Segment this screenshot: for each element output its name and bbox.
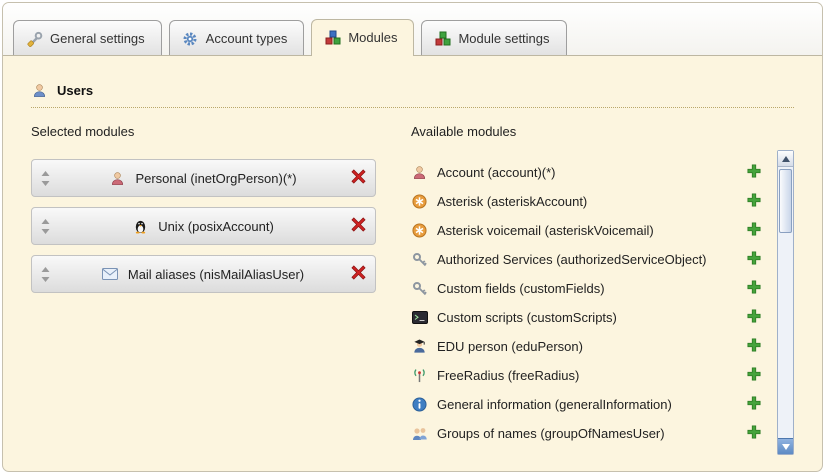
tab-general-settings[interactable]: General settings xyxy=(13,20,162,55)
add-icon xyxy=(747,280,761,297)
available-module-row: FreeRadius (freeRadius) xyxy=(411,361,767,390)
drag-handle-icon[interactable] xyxy=(41,219,55,234)
add-module-button[interactable] xyxy=(747,309,761,326)
available-modules-list: Account (account)(*) Asterisk (asteriskA… xyxy=(411,158,767,448)
add-icon xyxy=(747,367,761,384)
delete-icon xyxy=(351,217,366,235)
delete-icon xyxy=(351,169,366,187)
tab-account-types[interactable]: Account types xyxy=(169,20,305,55)
module-label: Custom fields (customFields) xyxy=(437,281,605,296)
available-module-row: General information (generalInformation) xyxy=(411,390,767,419)
tab-label: Account types xyxy=(206,31,288,46)
add-module-button[interactable] xyxy=(747,338,761,355)
available-module-row: Custom scripts (customScripts) xyxy=(411,303,767,332)
remove-module-button[interactable] xyxy=(351,169,366,187)
add-module-button[interactable] xyxy=(747,164,761,181)
person-icon xyxy=(109,170,126,187)
module-settings-icon xyxy=(434,30,451,47)
available-module-row: Groups of names (groupOfNamesUser) xyxy=(411,419,767,448)
available-module-row: Custom fields (customFields) xyxy=(411,274,767,303)
tab-module-settings[interactable]: Module settings xyxy=(421,20,566,55)
add-icon xyxy=(747,193,761,210)
asterisk-icon xyxy=(411,193,428,210)
tab-modules[interactable]: Modules xyxy=(311,19,414,56)
available-module-row: EDU person (eduPerson) xyxy=(411,332,767,361)
module-label: Mail aliases (nisMailAliasUser) xyxy=(128,267,304,282)
add-module-button[interactable] xyxy=(747,251,761,268)
modules-panel: Users Selected modules Persona xyxy=(3,56,822,448)
add-module-button[interactable] xyxy=(747,396,761,413)
tools-icon xyxy=(26,30,43,47)
add-icon xyxy=(747,164,761,181)
module-label: Custom scripts (customScripts) xyxy=(437,310,617,325)
available-module-row: Account (account)(*) xyxy=(411,158,767,187)
selected-module-row[interactable]: Mail aliases (nisMailAliasUser) xyxy=(31,255,376,293)
asterisk-icon xyxy=(411,222,428,239)
section-title: Users xyxy=(57,83,93,98)
available-module-row: Asterisk (asteriskAccount) xyxy=(411,187,767,216)
selected-module-row[interactable]: Unix (posixAccount) xyxy=(31,207,376,245)
chevron-down-icon xyxy=(782,444,790,450)
info-icon xyxy=(411,396,428,413)
chevron-up-icon xyxy=(782,156,790,162)
module-label: Authorized Services (authorizedServiceOb… xyxy=(437,252,707,267)
add-module-button[interactable] xyxy=(747,193,761,210)
antenna-icon xyxy=(411,367,428,384)
add-icon xyxy=(747,338,761,355)
module-label: FreeRadius (freeRadius) xyxy=(437,368,579,383)
tab-strip: General settings Account types Modules M… xyxy=(3,3,822,56)
add-icon xyxy=(747,396,761,413)
delete-icon xyxy=(351,265,366,283)
user-icon xyxy=(31,82,48,99)
key-icon xyxy=(411,280,428,297)
add-module-button[interactable] xyxy=(747,425,761,442)
graduate-icon xyxy=(411,338,428,355)
add-module-button[interactable] xyxy=(747,280,761,297)
module-label: EDU person (eduPerson) xyxy=(437,339,583,354)
add-icon xyxy=(747,309,761,326)
module-label: Personal (inetOrgPerson)(*) xyxy=(135,171,296,186)
tux-icon xyxy=(132,218,149,235)
module-label: General information (generalInformation) xyxy=(437,397,672,412)
scroll-up-button[interactable] xyxy=(778,151,793,167)
add-module-button[interactable] xyxy=(747,222,761,239)
tab-label: Module settings xyxy=(458,31,549,46)
tabs-widget: General settings Account types Modules M… xyxy=(2,2,823,472)
tab-label: General settings xyxy=(50,31,145,46)
modules-icon xyxy=(324,29,341,46)
available-module-row: Asterisk voicemail (asteriskVoicemail) xyxy=(411,216,767,245)
module-label: Groups of names (groupOfNamesUser) xyxy=(437,426,665,441)
add-module-button[interactable] xyxy=(747,367,761,384)
add-icon xyxy=(747,251,761,268)
key-icon xyxy=(411,251,428,268)
selected-module-row[interactable]: Personal (inetOrgPerson)(*) xyxy=(31,159,376,197)
mail-icon xyxy=(102,266,119,283)
module-label: Unix (posixAccount) xyxy=(158,219,274,234)
module-label: Asterisk voicemail (asteriskVoicemail) xyxy=(437,223,654,238)
users-section-heading: Users xyxy=(31,82,794,108)
selected-modules-heading: Selected modules xyxy=(31,124,411,142)
drag-handle-icon[interactable] xyxy=(41,267,55,282)
terminal-icon xyxy=(411,309,428,326)
drag-handle-icon[interactable] xyxy=(41,171,55,186)
remove-module-button[interactable] xyxy=(351,265,366,283)
selected-modules-list: Personal (inetOrgPerson)(*) xyxy=(31,159,411,293)
remove-module-button[interactable] xyxy=(351,217,366,235)
scroll-down-button[interactable] xyxy=(778,438,793,454)
module-label: Asterisk (asteriskAccount) xyxy=(437,194,587,209)
add-icon xyxy=(747,222,761,239)
add-icon xyxy=(747,425,761,442)
group-icon xyxy=(411,425,428,442)
person-icon xyxy=(411,164,428,181)
available-module-row: Authorized Services (authorizedServiceOb… xyxy=(411,245,767,274)
available-modules-heading: Available modules xyxy=(411,124,794,142)
module-label: Account (account)(*) xyxy=(437,165,556,180)
tab-label: Modules xyxy=(348,30,397,45)
scrollbar-thumb[interactable] xyxy=(779,169,792,233)
gear-icon xyxy=(182,30,199,47)
scrollbar[interactable] xyxy=(777,150,794,455)
